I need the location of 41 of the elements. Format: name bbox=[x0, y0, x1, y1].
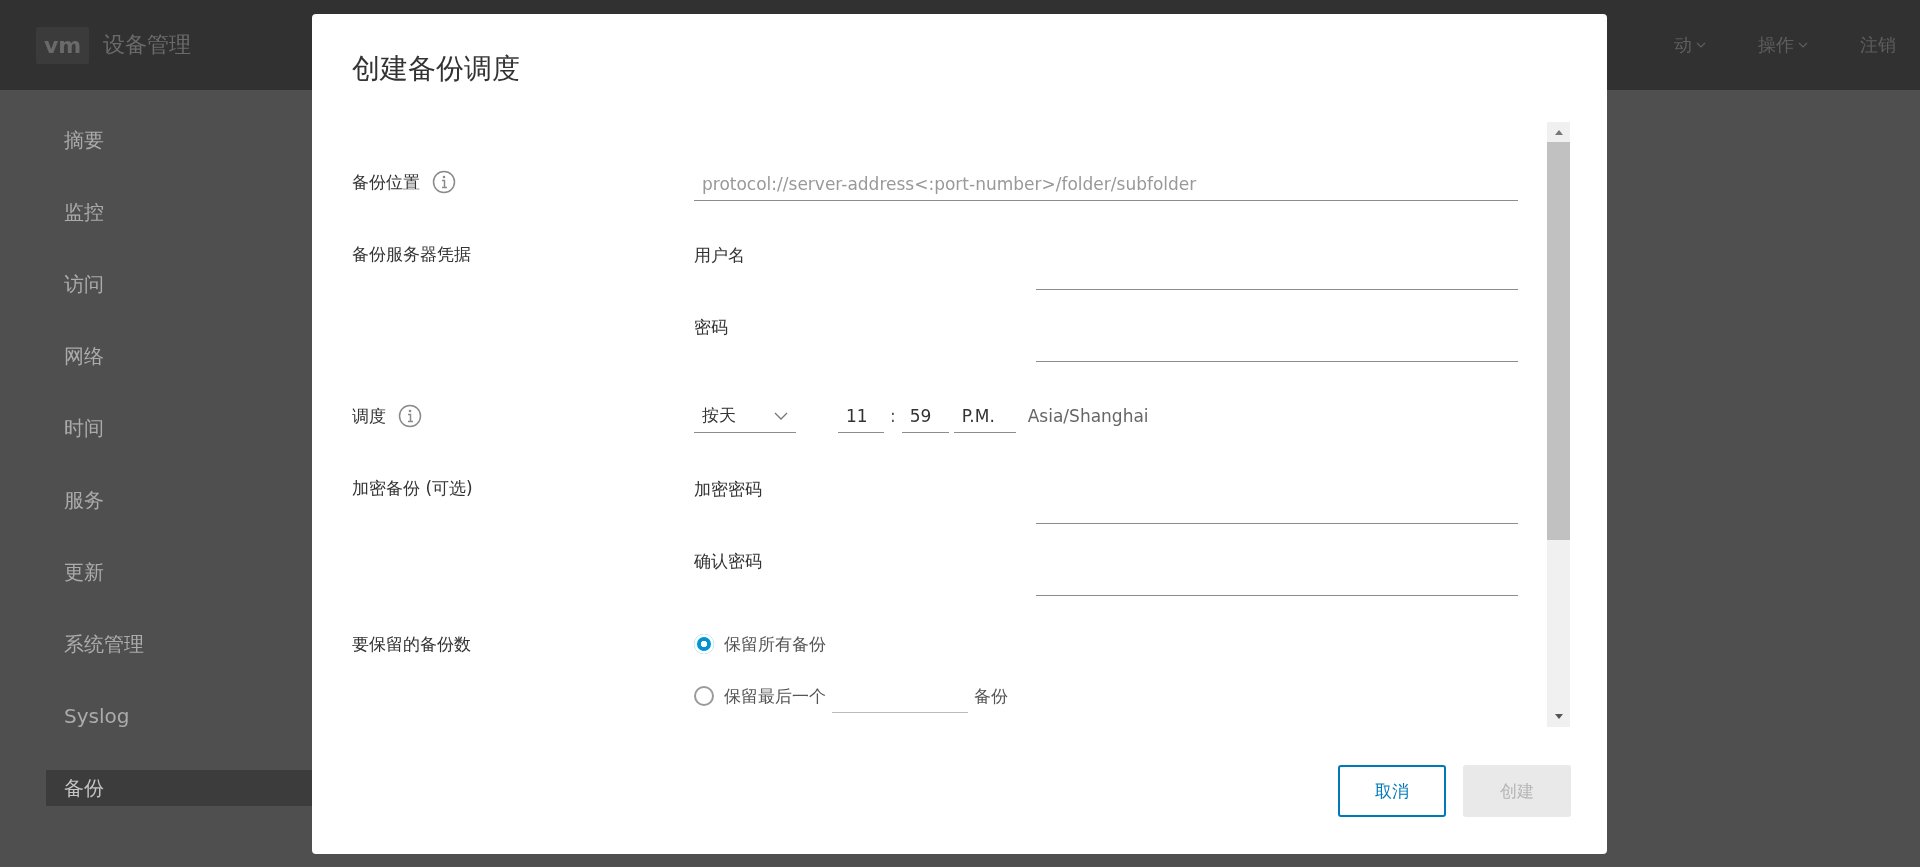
sidebar-item[interactable]: 时间 bbox=[46, 410, 312, 446]
chevron-icon bbox=[774, 411, 788, 420]
app-title: 设备管理 bbox=[103, 31, 192, 59]
sidebar-item[interactable]: 更新 bbox=[46, 554, 312, 590]
timezone-text: Asia/Shanghai bbox=[1027, 406, 1149, 426]
sidebar-item[interactable]: 监控 bbox=[46, 194, 312, 230]
sidebar-item[interactable]: 备份 bbox=[46, 770, 312, 806]
sidebar-item[interactable]: 服务 bbox=[46, 482, 312, 518]
unit-label: 备份 bbox=[974, 684, 1008, 708]
info-icon[interactable] bbox=[432, 170, 456, 194]
scrollbar[interactable] bbox=[1547, 122, 1570, 727]
dialog-title: 创建备份调度 bbox=[351, 51, 521, 87]
hour-field[interactable]: 11 bbox=[838, 399, 884, 433]
meridiem-field[interactable]: P.M. bbox=[953, 399, 1016, 433]
sidebar-item[interactable]: 系统管理 bbox=[46, 626, 312, 662]
field-label: 加密备份 (可选) bbox=[352, 476, 473, 500]
info-icon[interactable] bbox=[398, 404, 422, 428]
scroll-down-icon[interactable] bbox=[1553, 714, 1564, 720]
sidebar-item[interactable]: Syslog bbox=[46, 698, 312, 734]
sidebar-item[interactable]: 访问 bbox=[46, 266, 312, 302]
frequency-dropdown[interactable]: 按天 bbox=[694, 399, 796, 433]
backup-location-field[interactable]: protocol://server-address<:port-number>/folder/subfolder bbox=[694, 167, 1518, 201]
sidebar-item[interactable]: 摘要 bbox=[46, 122, 312, 158]
cancel-button[interactable]: 取消 bbox=[1338, 765, 1446, 817]
radio-button[interactable] bbox=[694, 634, 714, 654]
minute-field[interactable]: 59 bbox=[901, 399, 949, 433]
field-label: 加密密码 bbox=[694, 478, 763, 501]
sidebar-item[interactable]: 网络 bbox=[46, 338, 312, 374]
field-label: 确认密码 bbox=[694, 550, 763, 573]
field-label: 备份位置 bbox=[352, 170, 420, 194]
radio-button[interactable] bbox=[694, 686, 714, 706]
time-separator: : bbox=[889, 406, 897, 426]
radio-label: 保留所有备份 bbox=[724, 632, 826, 656]
radio-label: 保留最后一个 bbox=[724, 684, 826, 708]
field-label: 要保留的备份数 bbox=[352, 632, 471, 656]
scrollbar-thumb[interactable] bbox=[1547, 142, 1570, 540]
field-label: 密码 bbox=[694, 316, 729, 339]
scroll-up-icon[interactable] bbox=[1553, 129, 1564, 135]
field-label: 用户名 bbox=[694, 244, 746, 267]
field-label: 调度 bbox=[352, 404, 386, 428]
field-label: 备份服务器凭据 bbox=[352, 242, 471, 266]
